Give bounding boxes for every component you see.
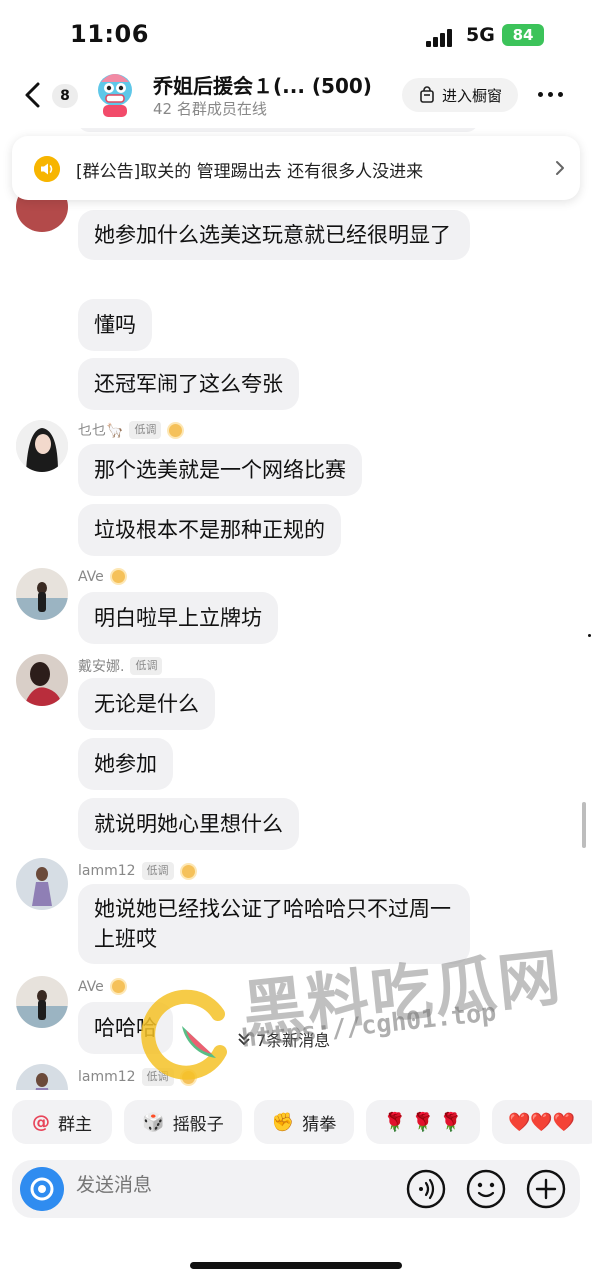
avatar-image <box>16 976 68 1028</box>
at-icon: @ <box>32 1111 50 1133</box>
network-type: 5G <box>466 24 495 46</box>
message-bubble: 垃圾根本不是那种正规的 <box>78 504 341 556</box>
message-text: 那个选美就是一个网络比赛 <box>94 458 346 482</box>
sender-label: 戴安娜. <box>78 659 125 675</box>
rock-paper-scissors-button[interactable]: ✊ 猜拳 <box>254 1100 354 1144</box>
fist-icon: ✊ <box>271 1111 295 1133</box>
avatar[interactable] <box>16 858 68 910</box>
mention-owner-button[interactable]: @ 群主 <box>12 1100 112 1144</box>
medal-icon <box>167 421 185 439</box>
message-text: 她参加什么选美这玩意就已经很明显了 <box>94 223 451 247</box>
message-text: 明白啦早上立牌坊 <box>94 606 262 630</box>
sender-name: 戴安娜. 低调 <box>78 656 163 676</box>
sender-name: AVe <box>78 978 127 995</box>
avatar-image <box>16 654 68 706</box>
unread-badge: 8 <box>52 84 78 108</box>
quick-action-label: 群主 <box>58 1114 92 1135</box>
sender-label: AVe <box>78 978 104 995</box>
group-notice[interactable]: [群公告]取关的 管理踢出去 还有很多人没进来 <box>12 136 580 200</box>
message-text: 垃圾根本不是那种正规的 <box>94 518 325 542</box>
home-indicator[interactable] <box>190 1262 402 1269</box>
avatar-image <box>16 1064 68 1090</box>
more-icon[interactable] <box>538 84 568 104</box>
online-count: 42 名群成员在线 <box>153 100 267 118</box>
scrollbar[interactable] <box>582 802 586 848</box>
voice-icon[interactable] <box>406 1169 446 1209</box>
rose-icon: 🌹 🌹 🌹 <box>383 1111 463 1133</box>
status-bar: 11:06 5G 84 <box>0 0 592 62</box>
message-text: 懂吗 <box>94 313 136 337</box>
avatar-image <box>16 568 68 620</box>
watermark-logo <box>141 989 227 1080</box>
level-tag: 低调 <box>141 862 174 880</box>
message-bubble: 她参加什么选美这玩意就已经很明显了 <box>78 210 470 260</box>
message-bubble: 无论是什么 <box>78 678 215 730</box>
quick-action-label: 猜拳 <box>302 1114 337 1135</box>
group-title: 乔姐后援会１(... (500) <box>153 74 372 98</box>
sender-label: lamm12 <box>78 1069 136 1085</box>
message-text: 她参加 <box>94 752 157 776</box>
medal-icon <box>109 978 127 995</box>
avatar[interactable] <box>16 420 68 472</box>
showcase-label: 进入橱窗 <box>441 86 502 105</box>
avatar[interactable] <box>16 976 68 1028</box>
message-text: 还冠军闹了这么夸张 <box>94 372 283 396</box>
roses-button[interactable]: 🌹 🌹 🌹 <box>366 1100 480 1144</box>
emoji-icon[interactable] <box>466 1169 506 1209</box>
dice-icon: 🎲 <box>142 1111 165 1133</box>
chat-header: 8 乔姐后援会１(... (500) 42 名群成员在线 进入橱窗 <box>0 62 592 128</box>
message-input[interactable] <box>76 1174 376 1196</box>
medal-icon <box>179 862 197 880</box>
avatar-image <box>16 858 68 910</box>
quick-action-label: 摇骰子 <box>172 1114 224 1135</box>
speaker-icon <box>34 156 60 182</box>
message-bubble: 就说明她心里想什么 <box>78 798 299 850</box>
camera-icon[interactable] <box>20 1167 64 1211</box>
plus-icon[interactable] <box>526 1169 566 1209</box>
message-input-bar <box>12 1160 580 1218</box>
sender-name: AVe <box>78 568 127 585</box>
medal-icon <box>109 568 127 585</box>
message-bubble: 那个选美就是一个网络比赛 <box>78 444 362 496</box>
level-tag: 低调 <box>130 657 163 675</box>
message-text: 就说明她心里想什么 <box>94 812 283 836</box>
sender-name: lamm12 低调 <box>78 862 197 880</box>
notice-text: [群公告]取关的 管理踢出去 还有很多人没进来 <box>76 162 424 182</box>
back-icon[interactable] <box>20 80 48 110</box>
avatar[interactable] <box>16 654 68 706</box>
hearts-button[interactable]: ❤️❤️❤️ <box>492 1100 592 1144</box>
sender-name: 乜乜🦙 低调 <box>78 420 185 440</box>
message-bubble: 她参加 <box>78 738 173 790</box>
sender-label: lamm12 <box>78 863 136 879</box>
sender-label: AVe <box>78 568 104 585</box>
avatar[interactable] <box>16 568 68 620</box>
message-list[interactable]: [群公告]取关的 管理踢出去 还有很多人没进来 她参加什么选美这玩意就已经很明显… <box>0 128 592 1090</box>
battery-icon: 84 <box>502 24 544 46</box>
message-bubble <box>78 128 478 132</box>
message-text: 无论是什么 <box>94 692 199 716</box>
status-time: 11:06 <box>70 20 149 48</box>
chevron-right-icon <box>556 161 564 175</box>
scroll-marker <box>588 634 591 637</box>
avatar-image <box>16 420 68 472</box>
signal-icon <box>426 28 454 47</box>
dice-button[interactable]: 🎲 摇骰子 <box>124 1100 242 1144</box>
bag-icon <box>420 86 434 103</box>
message-bubble: 还冠军闹了这么夸张 <box>78 358 299 410</box>
avatar[interactable] <box>16 1064 68 1090</box>
level-tag: 低调 <box>129 421 162 439</box>
quick-action-bar: @ 群主 🎲 摇骰子 ✊ 猜拳 🌹 🌹 🌹 ❤️❤️❤️ <box>0 1098 592 1146</box>
message-bubble: 明白啦早上立牌坊 <box>78 592 278 644</box>
group-avatar[interactable] <box>92 68 138 118</box>
message-bubble: 懂吗 <box>78 299 152 351</box>
heart-icon: ❤️❤️❤️ <box>508 1111 576 1133</box>
showcase-button[interactable]: 进入橱窗 <box>402 78 518 112</box>
sender-label: 乜乜🦙 <box>78 423 124 439</box>
